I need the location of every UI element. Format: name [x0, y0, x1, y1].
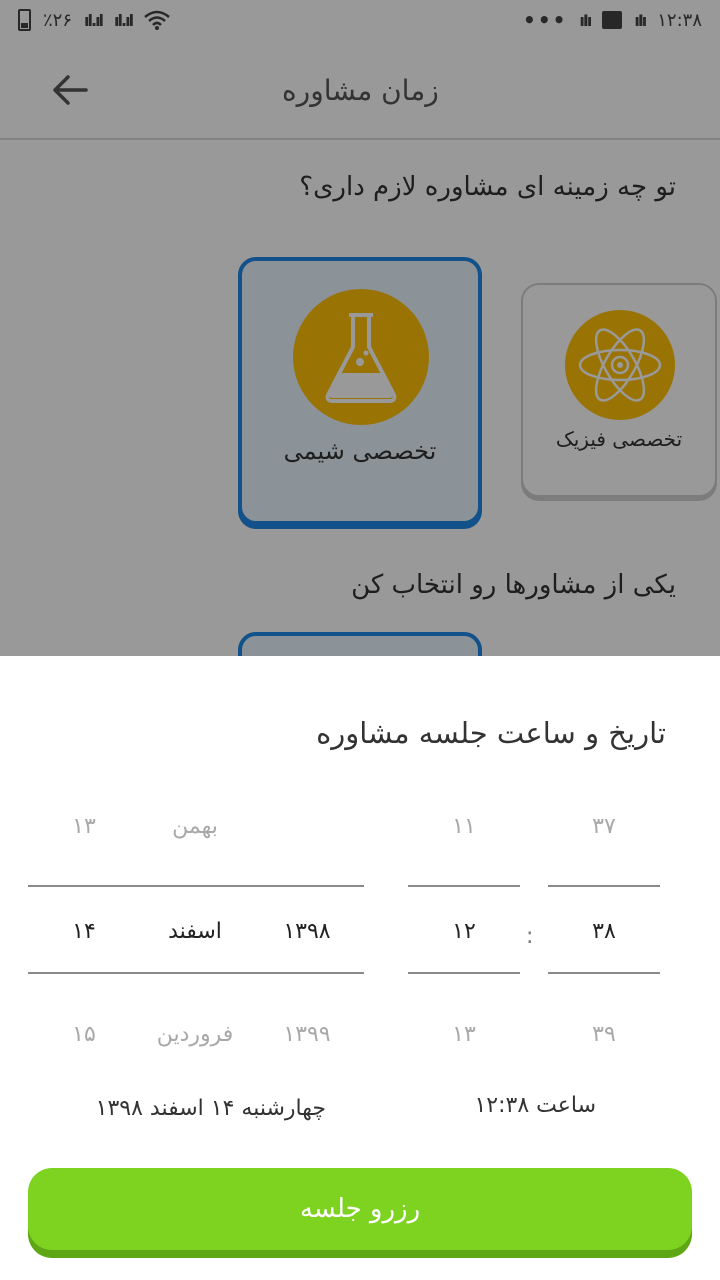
month-selected[interactable]: اسفند — [145, 919, 245, 944]
year-selected[interactable]: ۱۳۹۸ — [257, 919, 357, 944]
minute-next[interactable]: ۳۹ — [554, 1022, 654, 1047]
minute-prev[interactable]: ۳۷ — [554, 814, 654, 839]
dim-overlay[interactable] — [0, 0, 720, 660]
time-separator: : — [526, 924, 534, 949]
day-prev[interactable]: ۱۳ — [34, 814, 134, 839]
month-prev[interactable]: بهمن — [145, 814, 245, 839]
date-selection-line-top — [28, 885, 364, 887]
hour-selection-line-bottom — [408, 972, 520, 974]
hour-selection-line-top — [408, 885, 520, 887]
year-next[interactable]: ۱۳۹۹ — [257, 1022, 357, 1047]
sheet-title: تاریخ و ساعت جلسه مشاوره — [316, 716, 666, 750]
datetime-bottom-sheet: تاریخ و ساعت جلسه مشاوره ۱۳ بهمن ۱۱ ۳۷ ۱… — [0, 656, 720, 1280]
minute-selection-line-bottom — [548, 972, 660, 974]
hour-selected[interactable]: ۱۲ — [414, 919, 514, 944]
time-summary: ساعت ۱۲:۳۸ — [474, 1093, 596, 1118]
hour-prev[interactable]: ۱۱ — [414, 814, 514, 839]
date-summary: چهارشنبه ۱۴ اسفند ۱۳۹۸ — [95, 1096, 326, 1121]
hour-next[interactable]: ۱۳ — [414, 1022, 514, 1047]
month-next[interactable]: فروردین — [145, 1022, 245, 1047]
day-selected[interactable]: ۱۴ — [34, 919, 134, 944]
date-selection-line-bottom — [28, 972, 364, 974]
reserve-session-button[interactable]: رزرو جلسه — [28, 1168, 692, 1250]
minute-selected[interactable]: ۳۸ — [554, 919, 654, 944]
minute-selection-line-top — [548, 885, 660, 887]
day-next[interactable]: ۱۵ — [34, 1022, 134, 1047]
